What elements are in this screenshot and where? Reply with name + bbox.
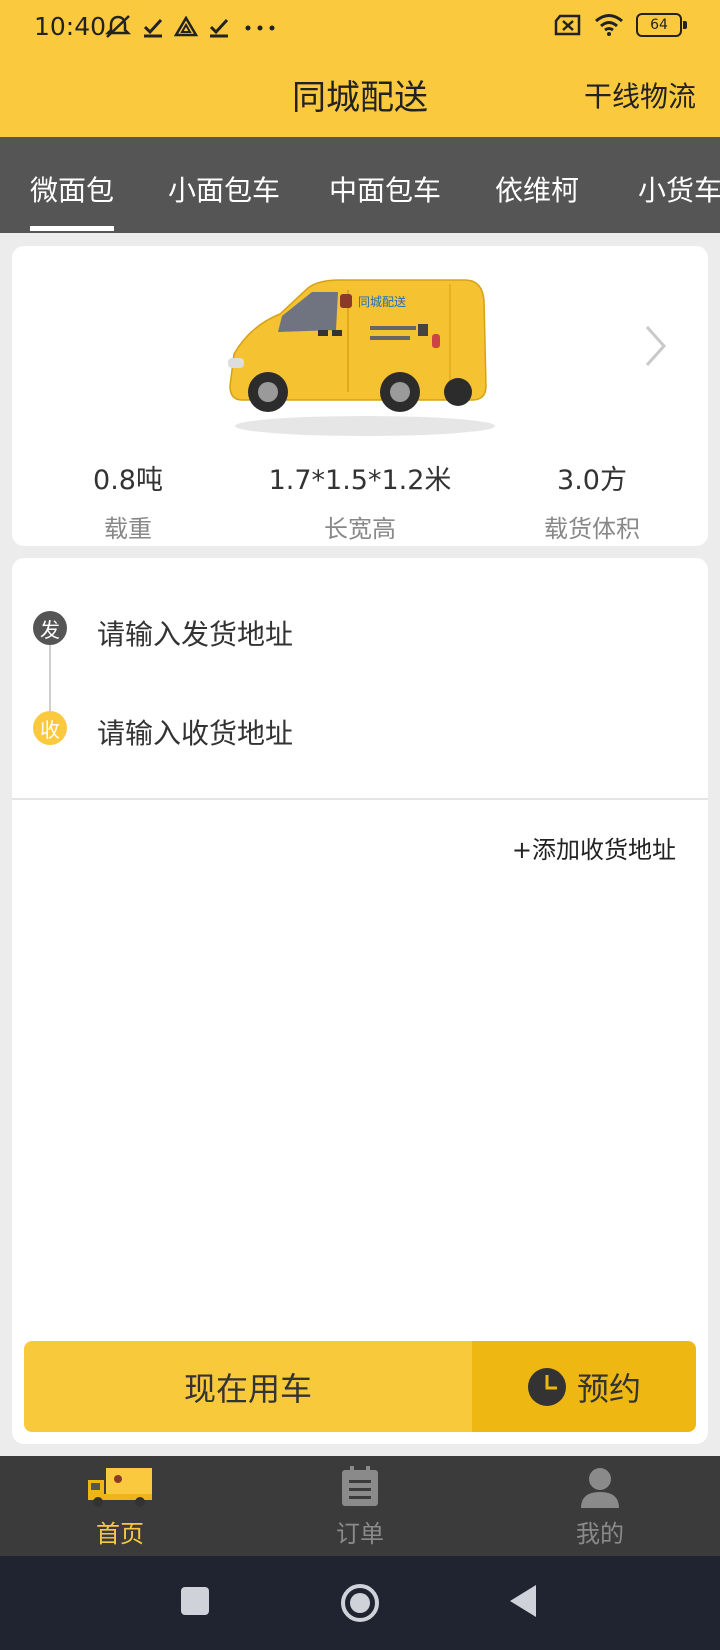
trunk-logistics-link[interactable]: 干线物流: [584, 75, 696, 115]
more-dots-icon: [245, 25, 275, 31]
spec-dimensions: 1.7*1.5*1.2米 长宽高: [244, 458, 476, 544]
tab-active-indicator: [30, 226, 114, 231]
back-icon[interactable]: [508, 1583, 538, 1619]
spec-dimensions-label: 长宽高: [324, 515, 396, 543]
add-receive-address-button[interactable]: +添加收货地址: [512, 830, 676, 865]
spec-volume: 3.0方 载货体积: [476, 458, 708, 544]
wifi-icon: [595, 14, 623, 36]
spec-volume-label: 载货体积: [544, 515, 640, 543]
status-left-icons: [104, 14, 280, 40]
clock-icon: [527, 1367, 566, 1406]
route-connector: [49, 645, 51, 711]
recents-icon[interactable]: [180, 1586, 210, 1616]
vehicle-card: 同城配送 0.8吨 载重 1.7*1.5*1.2米 长宽高 3.0方 载货体积: [12, 246, 708, 546]
use-car-now-button[interactable]: 现在用车: [24, 1341, 472, 1432]
user-icon: [581, 1468, 619, 1508]
nav-home[interactable]: 首页: [60, 1466, 180, 1549]
battery-level: 64: [650, 17, 668, 33]
status-right-icons: 64: [554, 13, 687, 37]
nav-orders-label: 订单: [336, 1520, 384, 1548]
spec-dimensions-value: 1.7*1.5*1.2米: [268, 465, 452, 496]
send-badge: 发: [33, 611, 67, 645]
spec-volume-value: 3.0方: [557, 465, 627, 496]
check-icon: [209, 18, 229, 38]
truck-icon: [88, 1468, 152, 1507]
next-vehicle-arrow[interactable]: [644, 324, 668, 379]
van-image: 同城配送: [228, 279, 495, 436]
tab-small-truck[interactable]: 小货车: [638, 169, 720, 209]
battery-icon: 64: [636, 13, 687, 37]
nav-home-label: 首页: [96, 1520, 144, 1548]
receive-address-input[interactable]: 请输入收货地址: [97, 712, 293, 752]
tab-small-van[interactable]: 小面包车: [168, 169, 280, 209]
spec-load: 0.8吨 载重: [12, 458, 244, 544]
tab-micro-van[interactable]: 微面包: [30, 169, 114, 209]
use-car-now-label: 现在用车: [183, 1369, 312, 1408]
spec-load-label: 载重: [104, 515, 152, 543]
home-circle-icon[interactable]: [340, 1583, 380, 1623]
bottom-nav: 首页 订单 我的: [0, 1456, 720, 1556]
system-nav-bar: [0, 1556, 720, 1650]
book-label: 预约: [576, 1369, 641, 1408]
divider: [12, 798, 708, 800]
chevron-right-icon: [645, 325, 667, 367]
vehicle-type-tabs: 微面包 小面包车 中面包车 依维柯 小货车: [0, 137, 720, 233]
clipboard-icon: [342, 1466, 378, 1506]
book-button[interactable]: 预约: [472, 1341, 696, 1432]
drive-icon: [174, 16, 198, 37]
top-bar: 10:40 64 同城配送 干线物流: [0, 0, 720, 137]
tab-medium-van[interactable]: 中面包车: [329, 169, 441, 209]
check-icon: [143, 18, 163, 38]
address-card: 发 收 请输入发货地址 请输入收货地址 +添加收货地址: [12, 558, 708, 1444]
tab-iveco[interactable]: 依维柯: [495, 169, 579, 209]
send-address-input[interactable]: 请输入发货地址: [97, 613, 293, 653]
nav-mine-label: 我的: [576, 1520, 624, 1548]
nav-mine[interactable]: 我的: [540, 1466, 660, 1549]
sim-off-icon: [554, 14, 581, 36]
spec-load-value: 0.8吨: [93, 465, 163, 496]
mute-icon: [104, 15, 132, 38]
nav-orders[interactable]: 订单: [300, 1466, 420, 1549]
van-brand-text: 同城配送: [358, 294, 406, 309]
status-time: 10:40: [34, 12, 107, 41]
receive-badge: 收: [33, 711, 67, 745]
status-bar: 10:40 64: [0, 0, 720, 54]
